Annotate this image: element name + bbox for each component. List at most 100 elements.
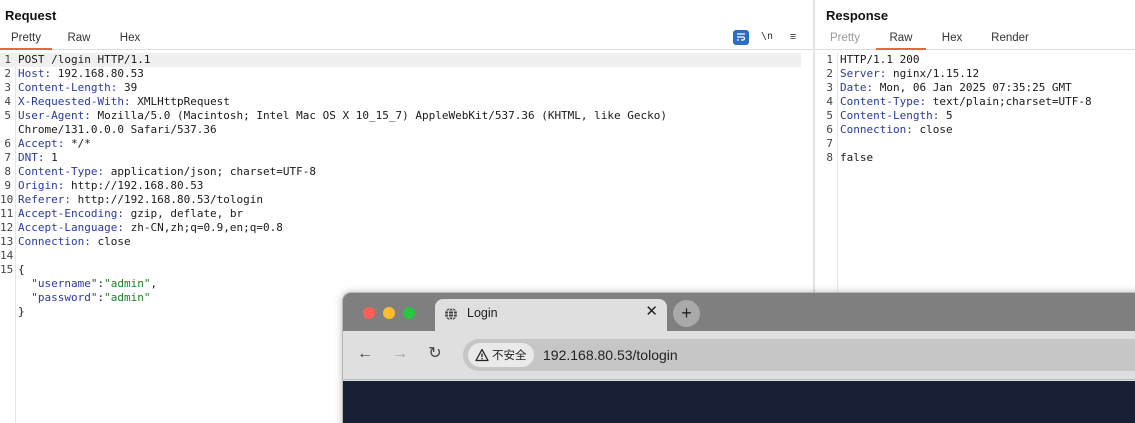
- header-name: Accept-Language:: [18, 221, 124, 234]
- code-line: Chrome/131.0.0.0 Safari/537.36: [0, 123, 813, 137]
- request-tab-raw[interactable]: Raw: [57, 30, 101, 50]
- line-text: Content-Type: application/json; charset=…: [18, 165, 316, 179]
- line-text: "password":"admin": [18, 291, 150, 305]
- warning-triangle-icon: [475, 348, 489, 362]
- json-key: "password": [18, 291, 98, 304]
- line-text: Server: nginx/1.15.12: [840, 67, 979, 81]
- header-value: http://192.168.80.53: [64, 179, 204, 192]
- line-text: Accept: */*: [18, 137, 91, 151]
- line-number: 7: [826, 137, 833, 150]
- line-number: 3: [826, 81, 833, 94]
- response-tab-hex[interactable]: Hex: [930, 30, 974, 50]
- line-text: {: [18, 263, 25, 276]
- header-name: Server:: [840, 67, 887, 80]
- code-line: 11 Accept-Encoding: gzip, deflate, br: [0, 207, 813, 221]
- line-text: HTTP/1.1 200: [840, 53, 920, 66]
- header-name: Content-Length:: [18, 81, 118, 94]
- request-tab-hex[interactable]: Hex: [108, 30, 152, 50]
- header-name: Date:: [840, 81, 874, 94]
- header-name: DNT:: [18, 151, 45, 164]
- page-content: [343, 381, 1135, 423]
- line-text: Accept-Encoding: gzip, deflate, br: [18, 207, 243, 221]
- address-bar[interactable]: 不安全 192.168.80.53/tologin: [463, 339, 1135, 371]
- line-number: 6: [4, 137, 11, 150]
- url-text[interactable]: 192.168.80.53/tologin: [543, 346, 678, 364]
- request-tab-pretty[interactable]: Pretty: [0, 30, 52, 50]
- json-key: "username": [18, 277, 98, 290]
- code-line: 7 DNT: 1: [0, 151, 813, 165]
- new-tab-button[interactable]: +: [673, 300, 700, 327]
- header-name: Referer:: [18, 193, 71, 206]
- line-text: DNT: 1: [18, 151, 58, 165]
- line-number: 3: [4, 81, 11, 94]
- line-number: 8: [826, 151, 833, 164]
- header-name: Content-Type:: [18, 165, 105, 178]
- response-tab-render[interactable]: Render: [985, 30, 1035, 50]
- header-value: XMLHttpRequest: [130, 95, 230, 108]
- header-value: 192.168.80.53: [51, 67, 144, 80]
- json-string: "admin": [104, 291, 151, 304]
- line-text: Accept-Language: zh-CN,zh;q=0.9,en;q=0.8: [18, 221, 283, 235]
- header-name: Connection:: [840, 123, 913, 136]
- code-line: 14: [0, 249, 813, 263]
- header-name: User-Agent:: [18, 109, 91, 122]
- security-indicator[interactable]: 不安全: [468, 343, 534, 367]
- header-name: Content-Type:: [840, 95, 927, 108]
- line-number: 2: [4, 67, 11, 80]
- header-value: text/plain;charset=UTF-8: [926, 95, 1092, 108]
- line-number: 10: [0, 193, 14, 206]
- header-value: 39: [117, 81, 138, 94]
- header-value: zh-CN,zh;q=0.9,en;q=0.8: [123, 221, 283, 234]
- reload-icon[interactable]: ↻: [424, 343, 446, 365]
- header-value: close: [912, 123, 953, 136]
- back-arrow-icon[interactable]: ←: [354, 343, 376, 365]
- browser-tab-login[interactable]: Login ✕: [435, 299, 667, 333]
- line-text: "username":"admin",: [18, 277, 157, 291]
- zoom-window-button[interactable]: [403, 307, 415, 319]
- line-number: 5: [4, 109, 11, 122]
- code-line: 6 Connection: close: [815, 123, 1135, 137]
- line-text: Host: 192.168.80.53: [18, 67, 144, 81]
- minimize-window-button[interactable]: [383, 307, 395, 319]
- show-newlines-icon[interactable]: \n: [759, 30, 775, 45]
- header-value: 5: [939, 109, 953, 122]
- code-line: 8 Content-Type: application/json; charset…: [0, 165, 813, 179]
- code-line: 15 {: [0, 263, 813, 277]
- menu-icon[interactable]: ≡: [785, 30, 801, 45]
- code-line: 2 Server: nginx/1.15.12: [815, 67, 1135, 81]
- json-string: "admin": [104, 277, 151, 290]
- line-text: Connection: close: [18, 235, 131, 249]
- line-text: POST /login HTTP/1.1: [18, 53, 151, 66]
- globe-icon: [445, 307, 457, 321]
- code-line: 8 false: [815, 151, 1135, 165]
- code-line: 9 Origin: http://192.168.80.53: [0, 179, 813, 193]
- request-tabs: Pretty Raw Hex: [0, 30, 813, 50]
- line-number: 5: [826, 109, 833, 122]
- code-line: 3 Date: Mon, 06 Jan 2025 07:35:25 GMT: [815, 81, 1135, 95]
- response-tab-pretty[interactable]: Pretty: [823, 30, 867, 50]
- line-number: 13: [0, 235, 14, 248]
- line-number: 6: [826, 123, 833, 136]
- header-name: X-Requested-With:: [18, 95, 131, 108]
- header-name: Accept-Encoding:: [18, 207, 124, 220]
- line-text: Connection: close: [840, 123, 953, 137]
- header-value: close: [90, 235, 131, 248]
- line-number: 11: [0, 207, 14, 220]
- code-line: 4 Content-Type: text/plain;charset=UTF-8: [815, 95, 1135, 109]
- close-window-button[interactable]: [363, 307, 375, 319]
- header-value: gzip, deflate, br: [123, 207, 244, 220]
- line-text: Chrome/131.0.0.0 Safari/537.36: [18, 123, 217, 136]
- line-text: Content-Type: text/plain;charset=UTF-8: [840, 95, 1092, 109]
- header-value: 1: [44, 151, 58, 164]
- browser-window: Login ✕ + ← → ↻ 不安全 192.168.80.53/tologi…: [342, 292, 1135, 423]
- forward-arrow-icon[interactable]: →: [389, 343, 411, 365]
- line-number: 8: [4, 165, 11, 178]
- line-number: 15: [0, 263, 14, 276]
- line-number: 1: [826, 53, 833, 66]
- line-number: 9: [4, 179, 11, 192]
- code-line: 5 Content-Length: 5: [815, 109, 1135, 123]
- response-tab-raw[interactable]: Raw: [876, 30, 926, 50]
- code-line: 1 POST /login HTTP/1.1: [0, 53, 801, 67]
- close-tab-icon[interactable]: ✕: [645, 303, 658, 321]
- wrap-lines-icon[interactable]: [733, 30, 749, 45]
